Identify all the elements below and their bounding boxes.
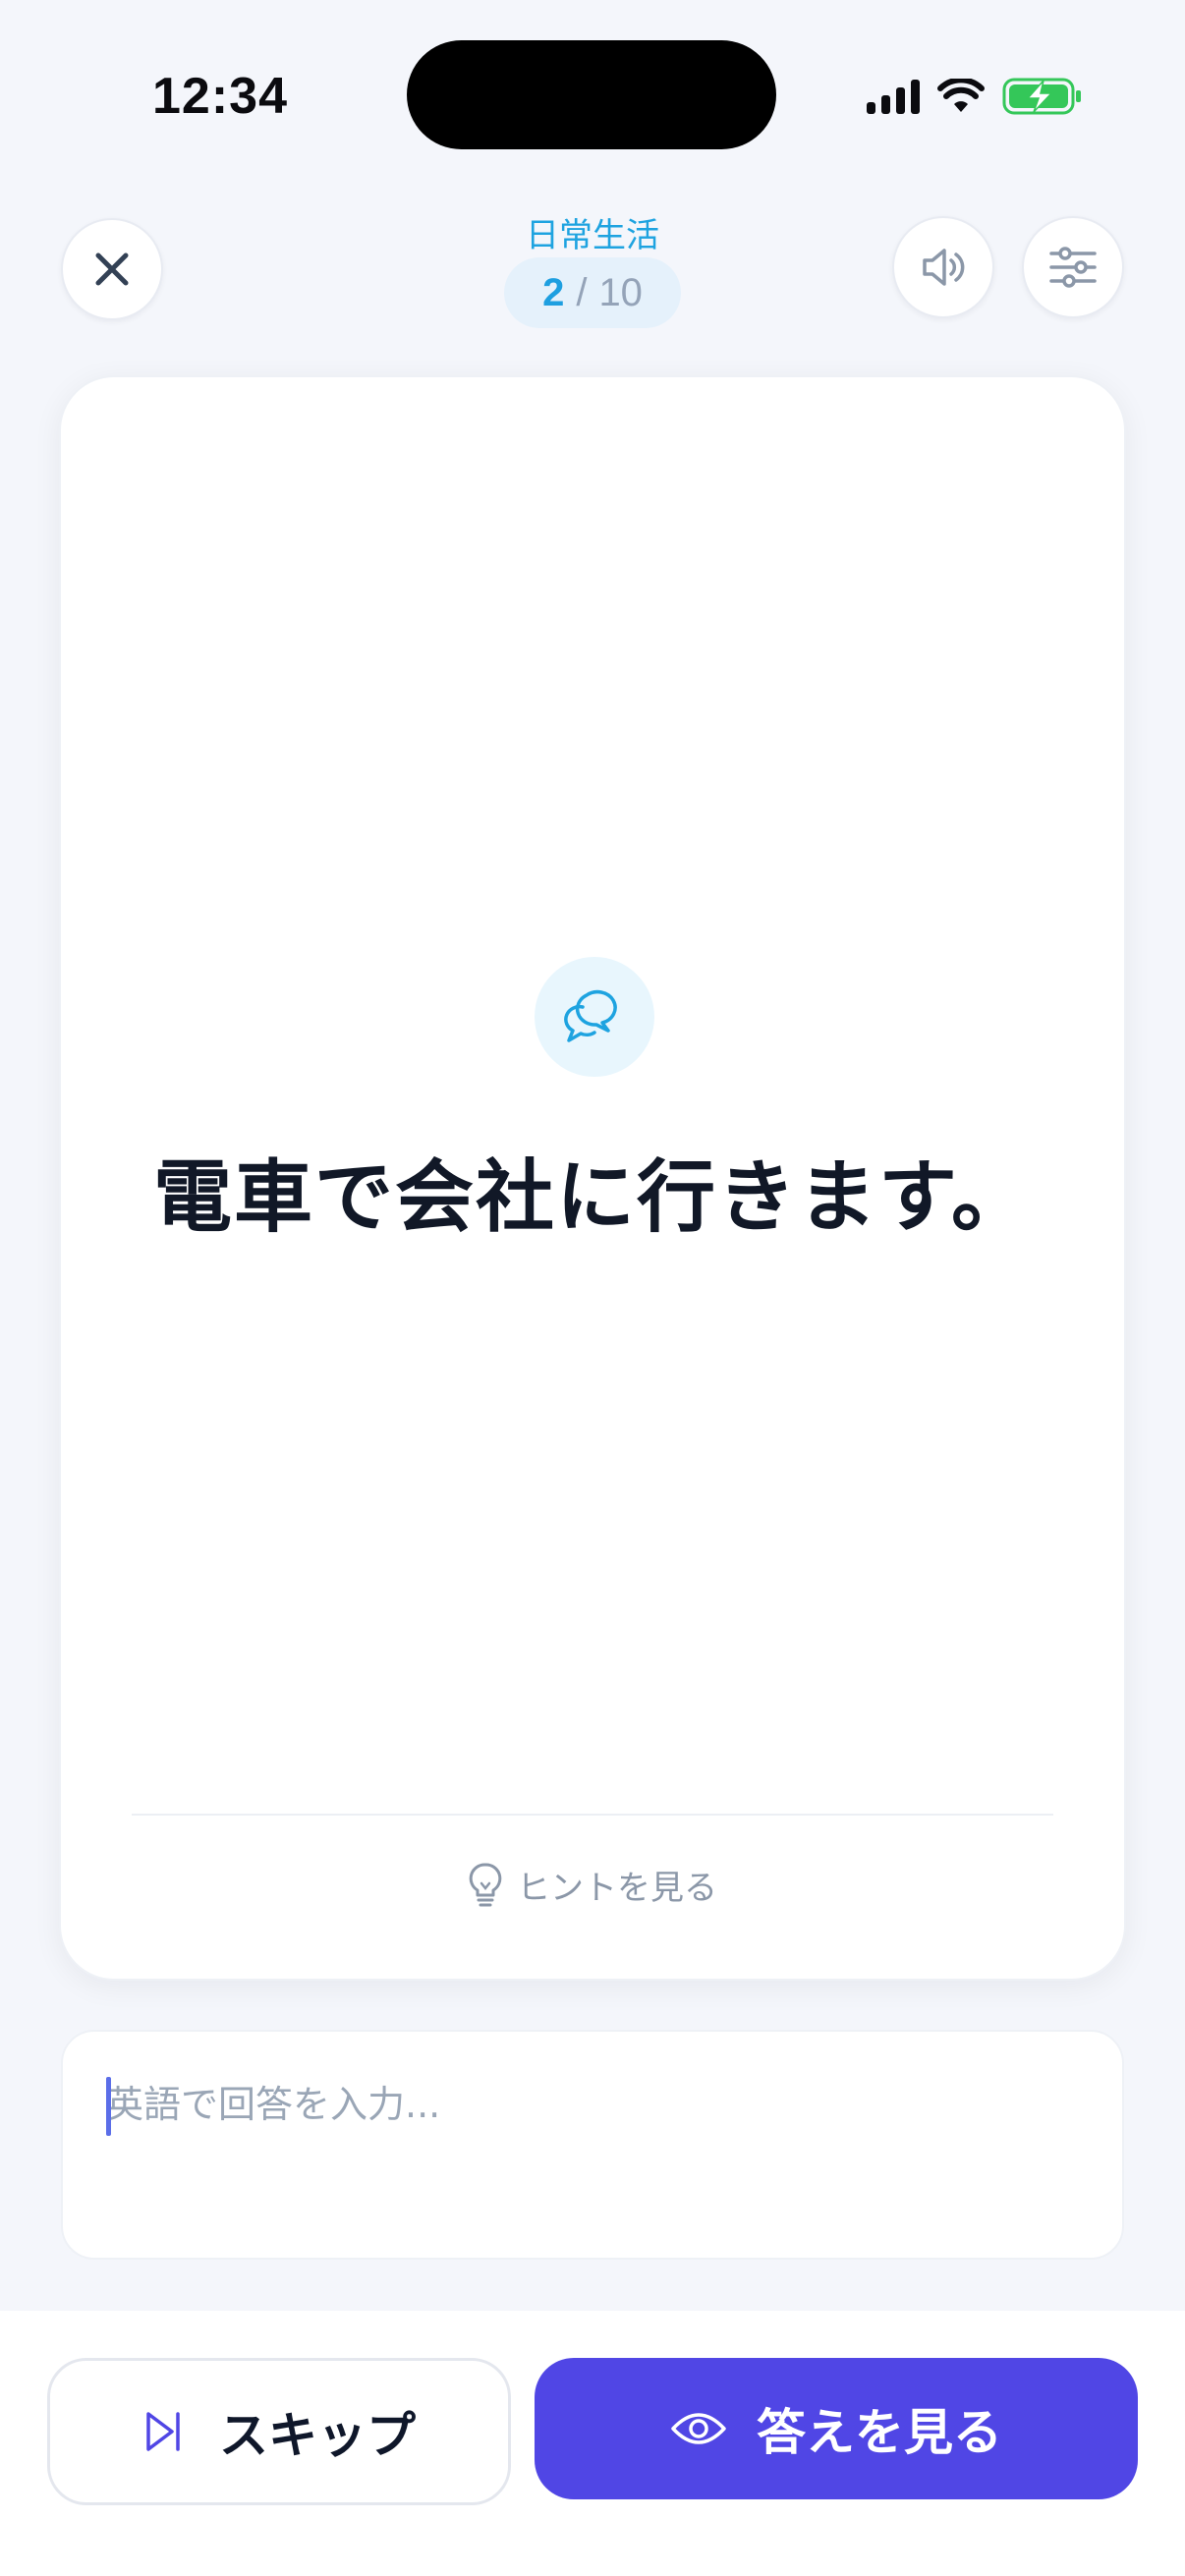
wifi-icon (937, 79, 985, 112)
prompt-sentence: 電車で会社に行きます。 (153, 1151, 1032, 1243)
skip-button[interactable]: スキップ (47, 2358, 511, 2505)
sliders-icon (1049, 247, 1097, 288)
status-time: 12:34 (152, 68, 288, 125)
hint-button[interactable]: ヒントを見る (61, 1861, 1124, 1909)
text-caret (106, 2077, 111, 2136)
cellular-signal-icon (867, 79, 920, 114)
progress-total: 10 (598, 270, 643, 314)
status-bar: 12:34 (0, 0, 1185, 187)
skip-label: スキップ (219, 2407, 416, 2464)
dynamic-island (407, 40, 776, 149)
chat-bubbles-icon (564, 989, 617, 1042)
skip-forward-icon (146, 2412, 180, 2451)
progress-separator: / (576, 270, 588, 314)
speaker-icon (923, 249, 965, 286)
battery-charging-icon (1002, 78, 1081, 115)
card-divider (132, 1814, 1053, 1816)
progress-indicator: 2 / 10 (504, 257, 681, 328)
lightbulb-icon (469, 1862, 502, 1906)
card-icon-badge (535, 957, 654, 1077)
progress-current: 2 (542, 270, 565, 314)
hint-label: ヒントを見る (517, 1869, 717, 1908)
category-title: 日常生活 (526, 216, 659, 255)
flashcard: 電車で会社に行きます。 ヒントを見る (59, 375, 1126, 1981)
eye-icon (671, 2413, 726, 2444)
answer-input[interactable] (106, 2075, 1079, 2134)
reveal-answer-button[interactable]: 答えを見る (535, 2358, 1138, 2499)
answer-box[interactable] (61, 2030, 1124, 2260)
reveal-label: 答えを見る (757, 2404, 1002, 2461)
settings-button[interactable] (1022, 216, 1124, 318)
sound-button[interactable] (892, 216, 994, 318)
status-icons (867, 71, 1083, 122)
